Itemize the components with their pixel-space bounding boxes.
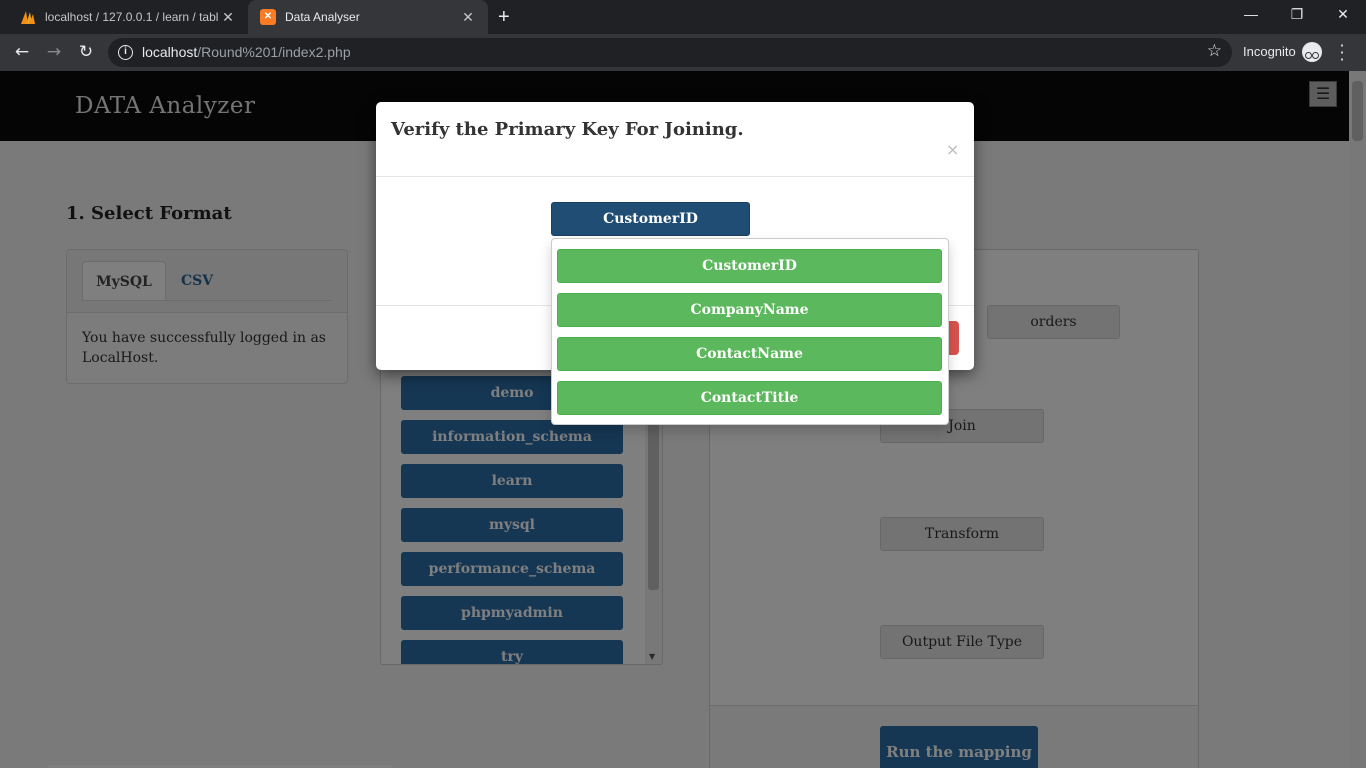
menu-icon[interactable]: · · · [1337, 38, 1347, 68]
primary-key-options-menu: CustomerID CompanyName ContactName Conta… [551, 238, 949, 425]
window-close-icon[interactable]: ✕ [1328, 6, 1358, 23]
star-icon[interactable]: ☆ [1207, 41, 1222, 61]
option-contacttitle[interactable]: ContactTitle [557, 381, 942, 415]
option-customerid[interactable]: CustomerID [557, 249, 942, 283]
close-modal-button-edge[interactable] [948, 321, 959, 355]
browser-tab-bar: localhost / 127.0.0.1 / learn / tabl ✕ ✕… [0, 0, 1366, 34]
modal-header-divider [376, 176, 974, 177]
browser-toolbar: ← → ↻ i localhost/Round%201/index2.php ☆… [0, 34, 1366, 71]
address-bar[interactable]: i localhost/Round%201/index2.php ☆ [108, 38, 1232, 67]
close-icon[interactable]: × [946, 140, 959, 159]
page: DATA Analyzer ☰ 1. Select Format MySQL C… [0, 71, 1366, 768]
modal-title: Verify the Primary Key For Joining. [391, 119, 744, 140]
option-companyname[interactable]: CompanyName [557, 293, 942, 327]
minimize-icon[interactable]: — [1236, 6, 1266, 22]
forward-icon[interactable]: → [42, 41, 66, 63]
tab-title: Data Analyser [285, 10, 360, 24]
url-text[interactable]: localhost/Round%201/index2.php [142, 44, 351, 60]
incognito-label: Incognito [1243, 44, 1296, 59]
info-icon[interactable]: i [118, 45, 133, 60]
reload-icon[interactable]: ↻ [74, 41, 98, 63]
close-tab-icon[interactable]: ✕ [220, 9, 236, 26]
tab-title: localhost / 127.0.0.1 / learn / tabl [45, 10, 219, 24]
phpmyadmin-favicon-icon [20, 9, 36, 25]
new-tab-button[interactable]: + [498, 6, 510, 28]
incognito-icon[interactable] [1302, 42, 1322, 62]
close-tab-icon[interactable]: ✕ [460, 9, 476, 26]
primary-key-dropdown-button[interactable]: CustomerID [551, 202, 750, 236]
xampp-favicon-icon: ✕ [260, 9, 276, 25]
restore-icon[interactable]: ❐ [1282, 6, 1312, 23]
tab-data-analyser[interactable]: ✕ Data Analyser ✕ [248, 0, 488, 34]
back-icon[interactable]: ← [10, 41, 34, 63]
option-contactname[interactable]: ContactName [557, 337, 942, 371]
tab-phpmyadmin[interactable]: localhost / 127.0.0.1 / learn / tabl ✕ [8, 0, 248, 34]
